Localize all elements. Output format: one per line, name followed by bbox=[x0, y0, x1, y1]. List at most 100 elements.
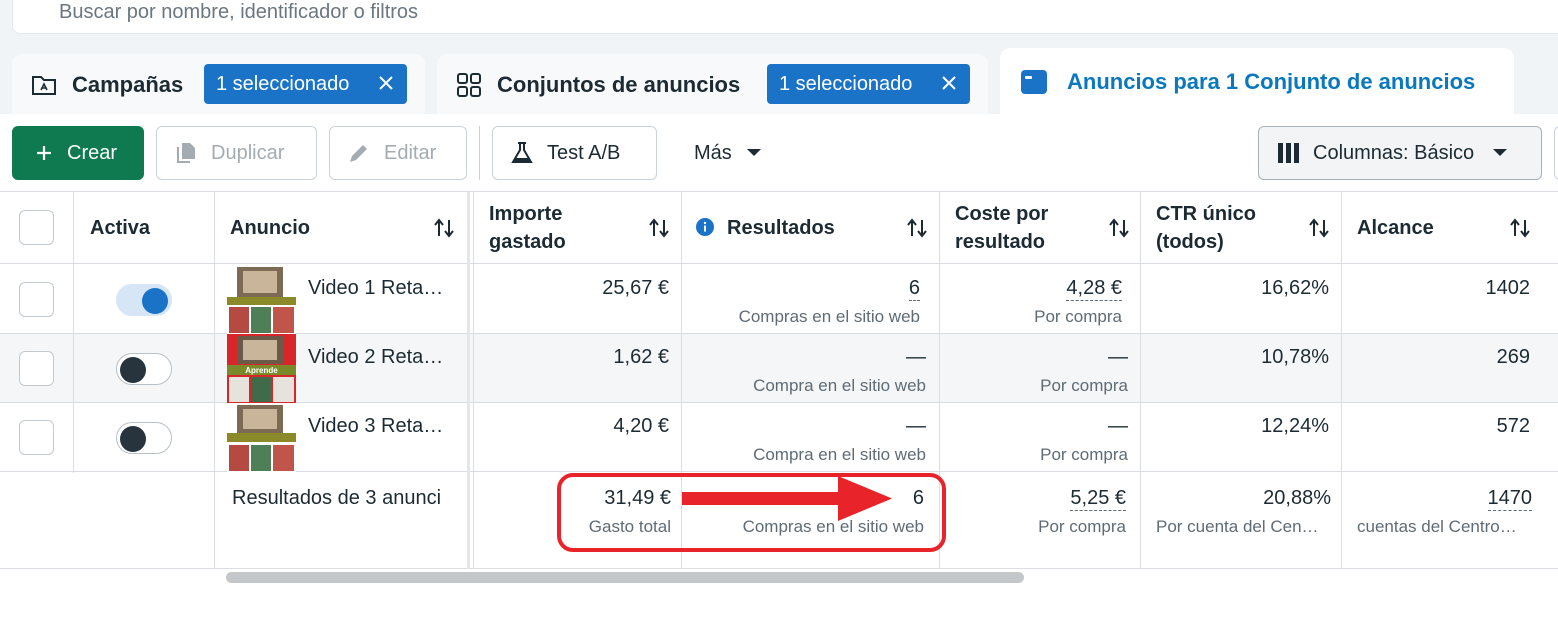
close-icon[interactable] bbox=[938, 72, 960, 94]
total-ctr: 20,88% bbox=[1263, 487, 1331, 509]
table-row[interactable]: Video 3 Reta… 4,20 € — Compra en el siti… bbox=[0, 403, 1558, 472]
sort-icon[interactable] bbox=[1108, 218, 1130, 238]
ad-thumbnail[interactable] bbox=[227, 403, 296, 472]
ad-thumbnail[interactable] bbox=[227, 265, 296, 334]
horizontal-scrollbar[interactable] bbox=[226, 572, 1024, 583]
spend-value: 4,20 € bbox=[613, 415, 669, 437]
cost-value: — bbox=[1108, 415, 1128, 437]
tab-adsets-label: Conjuntos de anuncios bbox=[497, 72, 741, 97]
more-dropdown[interactable]: Más bbox=[676, 126, 786, 180]
total-reach-type: cuentas del Centro… bbox=[1357, 517, 1517, 536]
ad-status-toggle[interactable] bbox=[116, 284, 172, 316]
row-checkbox[interactable] bbox=[19, 351, 54, 386]
totals-label: Resultados de 3 anunci bbox=[232, 487, 442, 509]
reach-value: 1402 bbox=[1485, 277, 1531, 299]
tab-adsets[interactable]: Conjuntos de anuncios 1 seleccionado bbox=[437, 54, 988, 120]
results-value[interactable]: 6 bbox=[908, 277, 920, 301]
table-header: Activa Anuncio Importe gastado Resultado… bbox=[0, 192, 1558, 264]
sort-icon[interactable] bbox=[906, 218, 928, 238]
row-checkbox[interactable] bbox=[19, 420, 54, 455]
info-icon[interactable] bbox=[696, 218, 714, 236]
ad-name[interactable]: Video 1 Reta… bbox=[308, 277, 443, 300]
columns-dropdown[interactable]: Columnas: Básico bbox=[1258, 126, 1542, 180]
col-active[interactable]: Activa bbox=[74, 192, 214, 264]
search-bar[interactable]: Buscar por nombre, identificador o filtr… bbox=[12, 0, 1558, 34]
col-cost-per-result[interactable]: Coste por resultado bbox=[940, 192, 1140, 264]
col-unique-ctr[interactable]: CTR único (todos) bbox=[1141, 192, 1341, 264]
caret-down-icon bbox=[746, 149, 761, 156]
total-cost-type: Por compra bbox=[1038, 517, 1126, 536]
campaigns-selected-badge[interactable]: 1 seleccionado bbox=[204, 64, 407, 104]
toggle-knob bbox=[120, 426, 146, 452]
overflow-button[interactable] bbox=[1554, 126, 1558, 180]
tab-campaigns[interactable]: Campañas 1 seleccionado bbox=[12, 54, 425, 120]
spend-value: 1,62 € bbox=[613, 346, 669, 368]
close-icon[interactable] bbox=[375, 72, 397, 94]
grid-icon bbox=[457, 73, 481, 97]
col-reach[interactable]: Alcance bbox=[1342, 192, 1558, 264]
reach-value: 269 bbox=[1496, 346, 1530, 368]
folder-icon bbox=[32, 76, 56, 95]
columns-icon bbox=[1278, 143, 1299, 163]
sort-icon[interactable] bbox=[1308, 218, 1330, 238]
thumbnail-caption: Aprende bbox=[245, 366, 278, 375]
create-button[interactable]: Crear bbox=[12, 126, 144, 180]
ctr-value: 10,78% bbox=[1261, 346, 1329, 368]
results-value: — bbox=[906, 346, 926, 368]
row-checkbox[interactable] bbox=[19, 282, 54, 317]
ctr-value: 16,62% bbox=[1261, 277, 1329, 299]
table-row[interactable]: Aprende Video 2 Reta… 1,62 € — Compra en… bbox=[0, 334, 1558, 403]
plus-icon bbox=[37, 146, 51, 160]
annotation-arrow-icon bbox=[682, 476, 892, 521]
ad-thumbnail[interactable]: Aprende bbox=[227, 334, 296, 403]
toggle-knob bbox=[120, 357, 146, 383]
col-results[interactable]: Resultados bbox=[682, 192, 939, 264]
column-divider bbox=[214, 192, 215, 569]
col-spend[interactable]: Importe gastado bbox=[474, 192, 681, 264]
edit-button[interactable]: Editar bbox=[329, 126, 467, 180]
total-cost[interactable]: 5,25 € bbox=[1070, 487, 1126, 511]
thumbnail-image bbox=[227, 265, 296, 334]
ab-test-button[interactable]: Test A/B bbox=[492, 126, 657, 180]
toolbar: Crear Duplicar Editar Test A/B Más Colum… bbox=[0, 114, 1558, 192]
cost-type: Por compra bbox=[1034, 307, 1122, 326]
duplicate-button[interactable]: Duplicar bbox=[156, 126, 317, 180]
toggle-knob bbox=[142, 288, 168, 314]
results-type: Compras en el sitio web bbox=[738, 307, 920, 326]
ad-status-toggle[interactable] bbox=[116, 353, 172, 385]
column-divider bbox=[1341, 192, 1342, 569]
table-row[interactable]: Video 1 Reta… 25,67 € 6 Compras en el si… bbox=[0, 265, 1558, 334]
spend-value: 25,67 € bbox=[602, 277, 669, 299]
ad-status-toggle[interactable] bbox=[116, 422, 172, 454]
column-divider bbox=[467, 192, 470, 569]
cost-type: Por compra bbox=[1040, 445, 1128, 464]
tab-ads-label: Anuncios para 1 Conjunto de anuncios bbox=[1067, 69, 1476, 94]
duplicate-icon bbox=[177, 143, 195, 163]
cost-value[interactable]: 4,28 € bbox=[1066, 277, 1122, 301]
ad-name[interactable]: Video 2 Reta… bbox=[308, 346, 443, 369]
reach-value: 572 bbox=[1496, 415, 1530, 437]
col-ad[interactable]: Anuncio bbox=[215, 192, 470, 264]
total-ctr-type: Por cuenta del Cen… bbox=[1156, 517, 1319, 536]
cost-type: Por compra bbox=[1040, 376, 1128, 395]
ctr-value: 12,24% bbox=[1261, 415, 1329, 437]
thumbnail-image: Aprende bbox=[227, 334, 296, 403]
sort-icon[interactable] bbox=[433, 218, 455, 238]
column-divider bbox=[1140, 192, 1141, 569]
column-divider bbox=[473, 192, 474, 569]
select-all-checkbox[interactable] bbox=[19, 210, 54, 245]
sort-icon[interactable] bbox=[648, 218, 670, 238]
thumbnail-image bbox=[227, 403, 296, 472]
search-input[interactable]: Buscar por nombre, identificador o filtr… bbox=[59, 1, 418, 24]
pencil-icon bbox=[350, 145, 367, 162]
adsets-selected-badge[interactable]: 1 seleccionado bbox=[767, 64, 970, 104]
ad-icon bbox=[1021, 70, 1047, 94]
caret-down-icon bbox=[1493, 149, 1508, 156]
ad-name[interactable]: Video 3 Reta… bbox=[308, 415, 443, 438]
results-type: Compra en el sitio web bbox=[753, 376, 926, 395]
tab-ads[interactable]: Anuncios para 1 Conjunto de anuncios bbox=[1000, 48, 1514, 120]
cost-value: — bbox=[1108, 346, 1128, 368]
sort-icon[interactable] bbox=[1509, 218, 1531, 238]
column-divider bbox=[73, 192, 74, 473]
total-reach[interactable]: 1470 bbox=[1487, 487, 1532, 511]
